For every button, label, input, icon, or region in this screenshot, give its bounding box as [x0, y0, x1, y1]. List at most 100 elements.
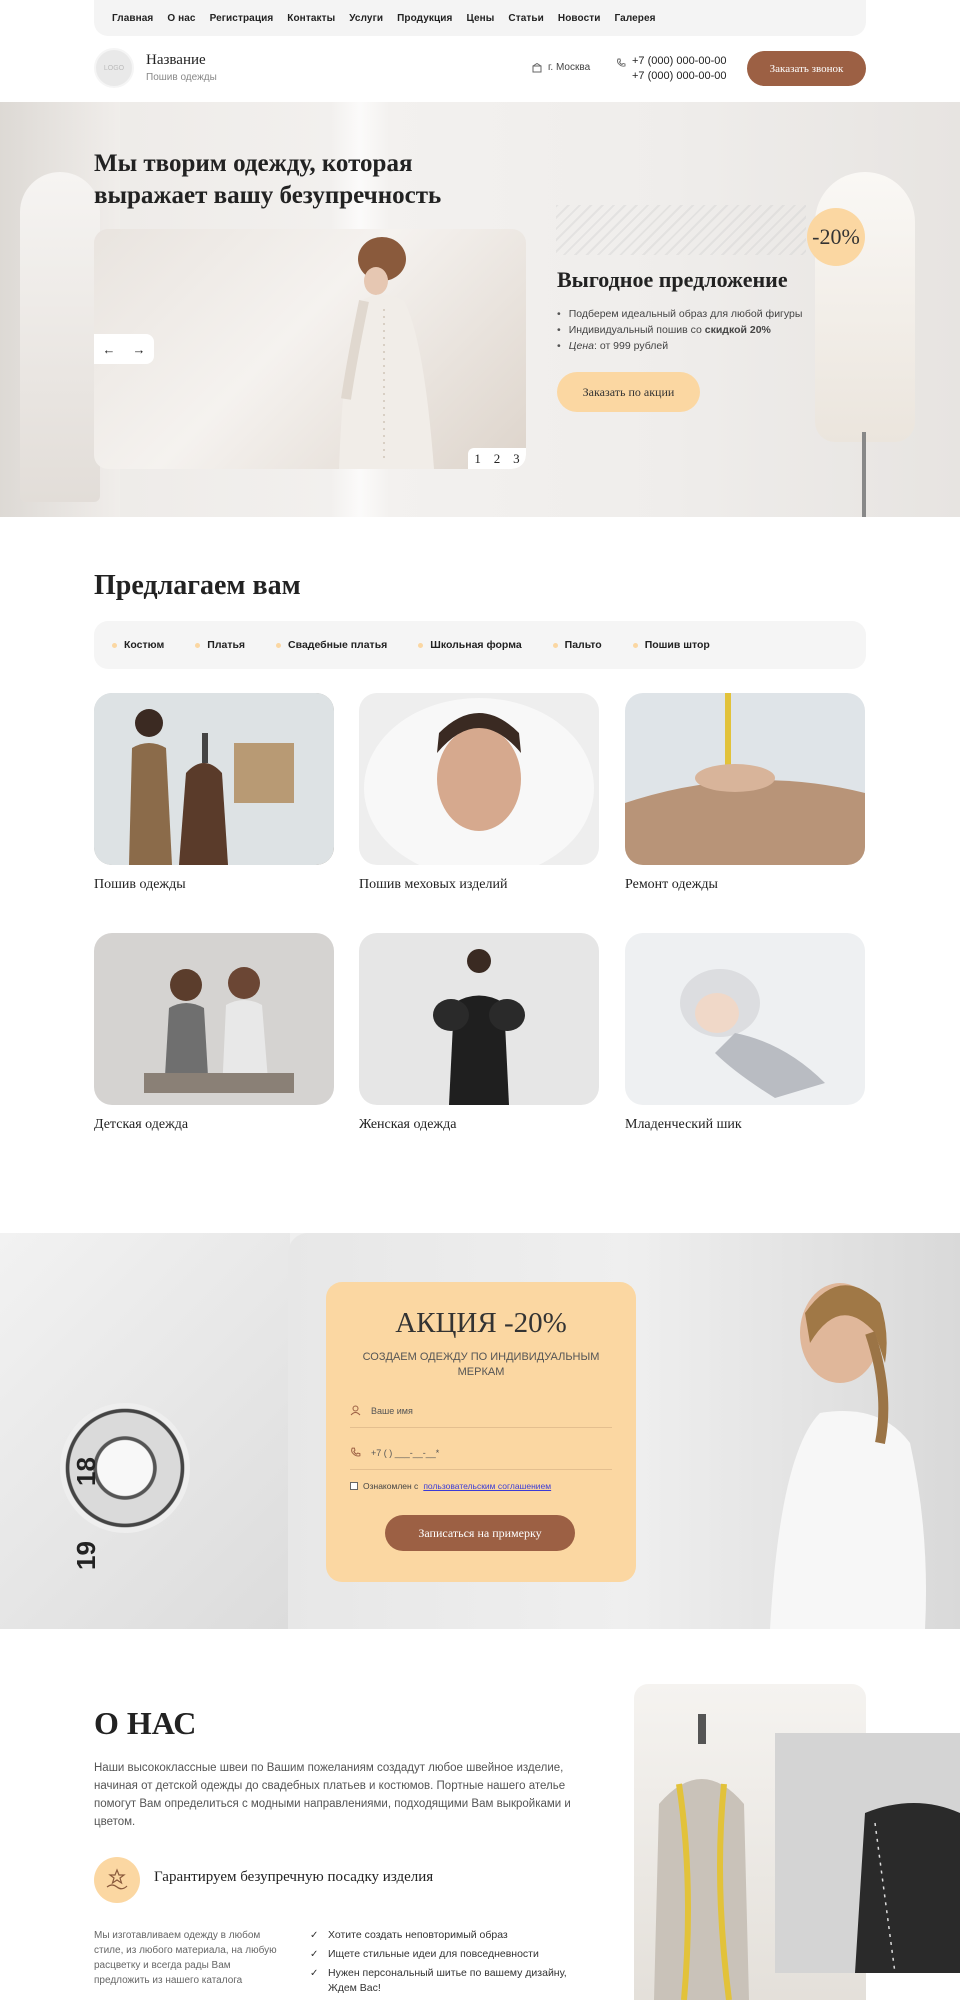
offer-item: Цена: от 999 рублей [557, 338, 802, 354]
cutting-fabric-illustration [625, 693, 865, 865]
card-label[interactable]: Женская одежда [359, 1117, 456, 1133]
name-field[interactable]: Ваше имя [350, 1394, 612, 1428]
nav-products[interactable]: Продукция [397, 13, 452, 24]
nav-register[interactable]: Регистрация [210, 13, 274, 24]
tab-dresses[interactable]: Платья [195, 639, 245, 651]
woman-illustration [359, 933, 599, 1105]
order-promo-button[interactable]: Заказать по акции [557, 372, 700, 412]
check-icon: ✓ [310, 1949, 319, 1960]
card-image-repair[interactable] [625, 693, 865, 865]
slider-arrows: ← → [94, 334, 154, 364]
section-title: Предлагаем вам [94, 570, 301, 601]
offer-item: Подберем идеальный образ для любой фигур… [557, 306, 803, 322]
city: г. Москва [532, 62, 590, 73]
slide-2[interactable]: 2 [494, 451, 501, 467]
card-label[interactable]: Детская одежда [94, 1117, 188, 1133]
phone-icon [617, 58, 626, 67]
agreement-link[interactable]: пользовательским соглашением [423, 1481, 551, 1491]
city-label: г. Москва [548, 62, 591, 73]
hero-bg-mannequin-left [20, 172, 100, 502]
about-image-jacket [775, 1733, 960, 1973]
nav-gallery[interactable]: Галерея [615, 13, 656, 24]
arrow-left-icon[interactable]: ← [103, 342, 116, 357]
nav-news[interactable]: Новости [558, 13, 601, 24]
signup-fitting-button[interactable]: Записаться на примерку [385, 1515, 575, 1551]
order-call-button[interactable]: Заказать звонок [747, 51, 866, 86]
check-icon: ✓ [310, 1930, 319, 1941]
card-label[interactable]: Пошив одежды [94, 877, 186, 893]
agreement: Ознакомлен с пользовательским соглашение… [350, 1481, 551, 1491]
nav-articles[interactable]: Статьи [508, 13, 543, 24]
agree-text: Ознакомлен с [363, 1481, 419, 1491]
arrow-right-icon[interactable]: → [133, 342, 146, 357]
model-illustration [770, 1283, 926, 1629]
promo-subtitle: СОЗДАЕМ ОДЕЖДУ ПО ИНДИВИДУАЛЬНЫМ МЕРКАМ [362, 1351, 600, 1378]
offer-list: Подберем идеальный образ для любой фигур… [557, 306, 803, 354]
tab-coat[interactable]: Пальто [552, 639, 602, 651]
promo-title: АКЦИЯ -20% [395, 1307, 567, 1339]
phone-placeholder[interactable]: +7 ( ) ___-__-__* [371, 1448, 439, 1458]
nav-contacts[interactable]: Контакты [287, 13, 335, 24]
bride-illustration [339, 237, 434, 469]
phone-field[interactable]: +7 ( ) ___-__-__* [350, 1436, 612, 1470]
phones: +7 (000) 000-00-00 +7 (000) 000-00-00 [616, 54, 726, 84]
decor-pattern [556, 205, 806, 255]
card-image-tailoring[interactable] [94, 693, 334, 865]
card-image-women[interactable] [359, 933, 599, 1105]
check-icon: ✓ [310, 1968, 319, 1979]
bullet-icon [276, 642, 282, 648]
nav-prices[interactable]: Цены [466, 13, 494, 24]
tab-school[interactable]: Школьная форма [418, 639, 522, 651]
card-label[interactable]: Ремонт одежды [625, 877, 718, 893]
seamstress-illustration [94, 693, 334, 865]
benefit-item: ✓ Нужен персональный шитье по вашему диза… [310, 1967, 567, 1994]
nav-home[interactable]: Главная [112, 13, 153, 24]
nav-services[interactable]: Услуги [349, 13, 383, 24]
nav-about[interactable]: О нас [167, 13, 195, 24]
kids-illustration [94, 933, 334, 1105]
bullet-icon [632, 642, 638, 648]
category-tabs: Костюм Платья Свадебные платья Школьная … [94, 621, 866, 669]
guarantee-text: Гарантируем безупречную посадку изделия [154, 1869, 434, 1885]
hero-title: Мы творим одежду, которая выражает вашу … [94, 150, 442, 209]
logo[interactable]: LOGO [94, 48, 134, 88]
card-image-fur[interactable] [359, 693, 599, 865]
about-title: О НАС [94, 1705, 197, 1741]
phone-2[interactable]: +7 (000) 000-00-00 [632, 69, 726, 84]
phone-icon [351, 1447, 361, 1457]
benefit-item: ✓ Ищете стильные идеи для повседневности [310, 1948, 539, 1960]
slide-1[interactable]: 1 [474, 451, 481, 467]
name-placeholder[interactable]: Ваше имя [371, 1406, 413, 1416]
tape-number: 19 [70, 1541, 101, 1570]
card-label[interactable]: Младенческий шик [625, 1117, 742, 1133]
about-text: Наши высококлассные швеи по Вашим пожела… [94, 1762, 571, 1828]
jacket-illustration [775, 1733, 960, 1973]
slide-3[interactable]: 3 [513, 451, 520, 467]
bullet-icon [552, 642, 558, 648]
top-nav: Главная О нас Регистрация Контакты Услуг… [94, 0, 866, 36]
card-label[interactable]: Пошив меховых изделий [359, 877, 507, 893]
tab-curtains[interactable]: Пошив штор [632, 639, 710, 651]
bullet-icon [195, 642, 201, 648]
brand-subtitle: Пошив одежды [146, 72, 217, 83]
benefits-list: ✓ Хотите создать неповторимый образ ✓ Ищет… [310, 1928, 590, 2000]
agree-checkbox[interactable] [350, 1482, 358, 1490]
bullet-icon [112, 642, 117, 648]
offer-item: Индивидуальный пошив со скидкой 20% [557, 322, 802, 338]
discount-badge: -20% [807, 208, 865, 266]
bullet-icon [418, 642, 424, 648]
tab-suit[interactable]: Костюм [112, 639, 164, 651]
fur-model-illustration [359, 693, 599, 865]
about-small-text: Мы изготавливаем одежду в любом стиле, и… [94, 1930, 277, 1986]
hero-bg-stand [862, 432, 866, 517]
card-image-kids[interactable] [94, 933, 334, 1105]
hand-star-icon [94, 1857, 140, 1903]
card-image-baby[interactable] [625, 933, 865, 1105]
home-icon [532, 62, 542, 72]
offer-title: Выгодное предложение [557, 267, 788, 292]
slider-pagination: 1 2 3 [468, 448, 526, 469]
hero-slider-image [94, 229, 526, 469]
tab-wedding[interactable]: Свадебные платья [276, 639, 387, 651]
brand-name: Название [146, 52, 206, 68]
phone-1[interactable]: +7 (000) 000-00-00 [632, 54, 726, 69]
